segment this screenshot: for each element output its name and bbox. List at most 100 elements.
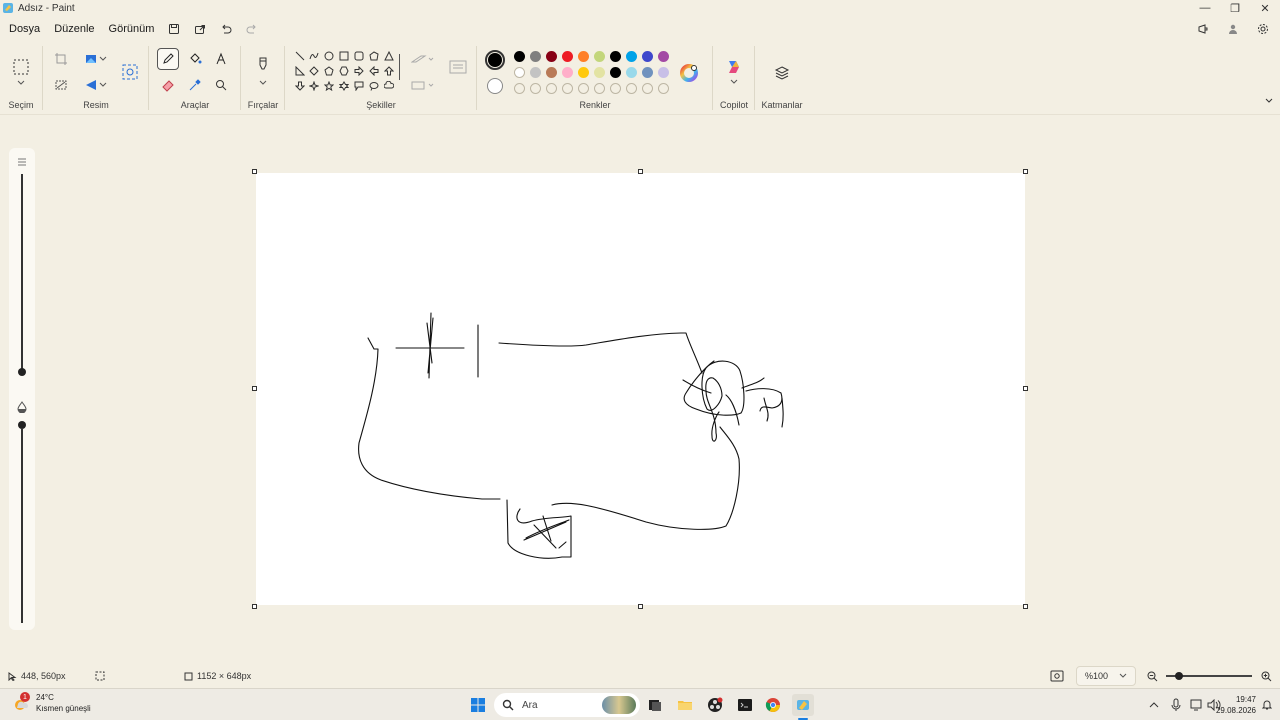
hexagon-shape-icon[interactable] <box>338 65 350 77</box>
secondary-color-swatch[interactable] <box>487 78 503 94</box>
color-swatch[interactable] <box>610 67 621 78</box>
background-remove-icon[interactable] <box>50 74 72 96</box>
crop-icon[interactable] <box>50 48 72 70</box>
resize-handle-bottom-left[interactable] <box>252 604 257 609</box>
undo-icon[interactable] <box>213 18 239 40</box>
color-swatch[interactable] <box>642 51 653 62</box>
color-swatch[interactable] <box>658 51 669 62</box>
oval-callout-shape-icon[interactable] <box>368 80 380 92</box>
curve-shape-icon[interactable] <box>308 50 320 62</box>
outline-icon[interactable] <box>408 48 438 70</box>
opacity-slider-thumb[interactable] <box>18 421 26 429</box>
share-icon[interactable] <box>187 18 213 40</box>
opacity-slider-track[interactable] <box>21 429 23 623</box>
color-swatch[interactable] <box>530 67 541 78</box>
color-swatch[interactable] <box>562 51 573 62</box>
color-swatch[interactable] <box>594 51 605 62</box>
close-button[interactable]: ✕ <box>1250 0 1280 16</box>
resize-handle-top[interactable] <box>638 169 643 174</box>
file-explorer-icon[interactable] <box>674 694 696 716</box>
resize-handle-top-right[interactable] <box>1023 169 1028 174</box>
color-swatch[interactable] <box>578 51 589 62</box>
start-windows-icon[interactable] <box>467 694 489 716</box>
feedback-icon[interactable] <box>1190 18 1216 40</box>
copilot-chevron-icon[interactable] <box>723 76 745 88</box>
resize-handle-bottom-right[interactable] <box>1023 604 1028 609</box>
resize-handle-right[interactable] <box>1023 386 1028 391</box>
oval-shape-icon[interactable] <box>323 50 335 62</box>
account-icon[interactable] <box>1220 18 1246 40</box>
resize-handle-bottom[interactable] <box>638 604 643 609</box>
rounded-rectangle-shape-icon[interactable] <box>353 50 365 62</box>
color-swatch[interactable] <box>562 67 573 78</box>
zoom-select[interactable]: %100 <box>1076 666 1136 686</box>
color-swatch[interactable] <box>626 67 637 78</box>
taskbar-search[interactable]: Ara <box>494 693 640 717</box>
restore-button[interactable]: ❐ <box>1220 0 1250 16</box>
system-clock[interactable]: 19:47 29.08.2026 <box>1216 694 1256 716</box>
menu-file[interactable]: Dosya <box>0 18 47 40</box>
custom-color-slot[interactable] <box>594 83 605 94</box>
custom-color-slot[interactable] <box>658 83 669 94</box>
triangle-shape-icon[interactable] <box>383 50 395 62</box>
settings-gear-icon[interactable] <box>1250 18 1276 40</box>
line-shape-icon[interactable] <box>294 50 306 62</box>
brush-size-slider-thumb[interactable] <box>18 368 26 376</box>
paint-taskbar-icon[interactable] <box>792 694 814 716</box>
menu-view[interactable]: Görünüm <box>102 18 162 40</box>
select-rectangle-icon[interactable] <box>10 56 32 78</box>
custom-color-slot[interactable] <box>546 83 557 94</box>
weather-widget[interactable]: 1 24°C Kısmen güneşli <box>12 692 91 714</box>
zoom-in-icon[interactable] <box>1261 664 1272 688</box>
zoom-slider-thumb[interactable] <box>1175 672 1183 680</box>
resize-handle-left[interactable] <box>252 386 257 391</box>
eraser-icon[interactable] <box>157 74 179 96</box>
task-view-icon[interactable] <box>644 694 666 716</box>
magnifier-icon[interactable] <box>210 74 232 96</box>
rect-callout-shape-icon[interactable] <box>353 80 365 92</box>
color-swatch[interactable] <box>546 51 557 62</box>
cloud-callout-shape-icon[interactable] <box>383 80 395 92</box>
rotate-chevron-icon[interactable] <box>96 74 110 96</box>
notifications-bell-icon[interactable] <box>1260 694 1274 716</box>
brush-size-slider-track[interactable] <box>21 174 23 372</box>
fit-to-window-icon[interactable] <box>1050 664 1064 688</box>
custom-color-slot[interactable] <box>578 83 589 94</box>
text-tool-icon[interactable] <box>210 48 232 70</box>
microphone-icon[interactable] <box>1165 694 1187 716</box>
left-arrow-shape-icon[interactable] <box>368 65 380 77</box>
custom-color-slot[interactable] <box>626 83 637 94</box>
custom-color-slot[interactable] <box>642 83 653 94</box>
color-swatch[interactable] <box>626 51 637 62</box>
primary-color-swatch[interactable] <box>485 50 505 70</box>
color-swatch[interactable] <box>658 67 669 78</box>
color-swatch[interactable] <box>610 51 621 62</box>
obs-studio-icon[interactable] <box>704 694 726 716</box>
color-picker-icon[interactable] <box>184 74 206 96</box>
four-point-star-shape-icon[interactable] <box>308 80 320 92</box>
color-swatch[interactable] <box>594 67 605 78</box>
right-triangle-shape-icon[interactable] <box>294 65 306 77</box>
edit-colors-icon[interactable] <box>678 62 700 84</box>
six-point-star-shape-icon[interactable] <box>338 80 350 92</box>
image-select-icon[interactable] <box>120 62 140 82</box>
save-icon[interactable] <box>161 18 187 40</box>
fill-bucket-icon[interactable] <box>184 48 206 70</box>
custom-color-slot[interactable] <box>514 83 525 94</box>
shape-size-icon[interactable] <box>446 56 470 78</box>
up-arrow-shape-icon[interactable] <box>383 65 395 77</box>
pentagon-shape-icon[interactable] <box>323 65 335 77</box>
chrome-browser-icon[interactable] <box>762 694 784 716</box>
redo-icon[interactable] <box>239 18 265 40</box>
pencil-tool-icon[interactable] <box>157 48 179 70</box>
fill-icon[interactable] <box>408 74 438 96</box>
select-dropdown-chevron-icon[interactable] <box>10 76 32 90</box>
resize-handle-top-left[interactable] <box>252 169 257 174</box>
ribbon-collapse-chevron-icon[interactable] <box>1262 94 1276 108</box>
diamond-shape-icon[interactable] <box>308 65 320 77</box>
custom-color-slot[interactable] <box>530 83 541 94</box>
minimize-button[interactable]: — <box>1190 0 1220 16</box>
custom-color-slot[interactable] <box>610 83 621 94</box>
drawing-canvas[interactable] <box>256 173 1025 605</box>
zoom-out-icon[interactable] <box>1147 664 1158 688</box>
